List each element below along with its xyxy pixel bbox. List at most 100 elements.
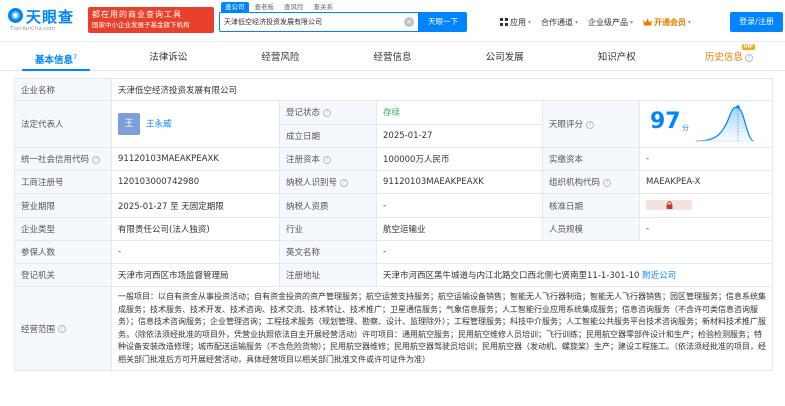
search-tab-relation[interactable]: 查关系 — [310, 2, 338, 12]
help-icon[interactable]: ? — [323, 108, 332, 117]
reg-address-cell: 天津市河西区黑牛城道与内江北路交口西北侧七贤南里11-1-301-10 附近公司 — [375, 263, 774, 287]
company-type-value: 有限责任公司(法人独资) — [111, 217, 280, 241]
scope-label: 经营范围? — [14, 286, 112, 371]
clear-icon[interactable]: × — [404, 17, 414, 27]
industry-value: 航空运输业 — [376, 217, 543, 241]
crown-icon — [643, 18, 653, 26]
approval-date-label: 核准日期 — [542, 193, 640, 218]
nav-cooperation[interactable]: 合作通道 ▾ — [541, 17, 578, 28]
score-label: 天眼评分? — [542, 100, 640, 148]
grid-icon — [500, 18, 508, 26]
logo[interactable]: ◉ 天眼查 TianYanCha.com — [8, 6, 88, 36]
table-row: 法定代表人 王王永威 登记状态? 存续 天眼评分? 97 分 — [14, 100, 774, 148]
tab-history-info[interactable]: VIP 历史信息? — [673, 44, 785, 70]
credit-code-label: 统一社会信用代码? — [14, 147, 112, 171]
score-label-text: 天眼评分 — [549, 120, 584, 130]
score-distribution-chart — [695, 105, 755, 142]
promo-banner[interactable]: 都在用的商业查询工具 国家中小企业发展子基金旗下机构 — [88, 7, 214, 33]
tab-business-risk-label: 经营风险 — [261, 52, 300, 63]
paid-capital-value: - — [638, 147, 774, 171]
vip-badge: VIP — [741, 44, 755, 50]
scope-label-text: 经营范围 — [21, 324, 56, 335]
logo-text: 天眼查 — [26, 8, 75, 26]
table-row: 统一社会信用代码? 91120103MAEAKPEAXK 注册资本? 10000… — [14, 147, 774, 171]
basic-info-table: 企业名称 天津低空经济投资发展有限公司 法定代表人 王王永威 登记状态? 存续 … — [14, 78, 774, 371]
legal-rep-link[interactable]: 王永威 — [146, 120, 172, 130]
taxpayer-id-label: 纳税人识别号? — [279, 170, 377, 194]
taxpayer-id-value: 91120103MAEAKPEAXK — [376, 170, 543, 194]
help-icon[interactable]: ? — [58, 325, 67, 333]
company-type-label: 企业类型 — [14, 217, 112, 241]
approval-date-value — [638, 193, 774, 218]
tab-intellectual-property-label: 知识产权 — [597, 52, 636, 63]
nav-app[interactable]: 应用 ▾ — [500, 17, 531, 28]
help-icon[interactable]: ? — [323, 155, 332, 164]
promo-line-1: 都在用的商业查询工具 — [92, 10, 182, 19]
tab-intellectual-property[interactable]: 知识产权 — [561, 44, 673, 70]
logo-mark-icon: ◉ — [8, 8, 23, 23]
tab-litigation-label: 法律诉讼 — [149, 52, 188, 63]
tab-business-info[interactable]: 经营信息 — [336, 44, 448, 70]
table-row: 工商注册号 120103000742980 纳税人识别号? 91120103MA… — [14, 170, 774, 194]
help-icon[interactable]: ? — [92, 155, 101, 164]
table-row: 经营范围? 一般项目：以自有资金从事投资活动；自有资金投资的资产管理服务；航空运… — [14, 286, 774, 371]
score-value: 97 — [650, 109, 681, 134]
taxpayer-qual-label: 纳税人资质 — [279, 193, 377, 218]
nav-cooperation-label: 合作通道 — [541, 17, 574, 27]
reg-status-value: 存续 — [376, 100, 543, 125]
search-input[interactable] — [224, 13, 394, 31]
search-button[interactable]: 天眼一下 — [419, 12, 467, 32]
legal-rep-cell: 王王永威 — [111, 100, 280, 148]
term-label: 营业期限 — [14, 193, 112, 218]
help-icon[interactable]: ? — [603, 178, 612, 187]
help-icon[interactable]: ? — [586, 120, 595, 129]
tab-basic-info-count: 7 — [73, 53, 78, 61]
chevron-down-icon: ▾ — [575, 18, 579, 26]
nav-app-label: 应用 — [510, 17, 526, 27]
reg-authority-value: 天津市河西区市场监督管理局 — [111, 263, 280, 287]
masked-value[interactable] — [646, 200, 692, 211]
lock-icon — [666, 201, 673, 210]
help-icon[interactable]: ? — [340, 178, 349, 187]
org-code-label: 组织机构代码? — [542, 170, 640, 194]
tab-business-risk[interactable]: 经营风险 — [224, 44, 336, 70]
search-tab-boss[interactable]: 查老板 — [251, 2, 279, 12]
reg-capital-label-text: 注册资本 — [286, 155, 321, 165]
score-widget[interactable]: 97 分 — [646, 102, 766, 147]
nav-enterprise-label: 企业级产品 — [588, 17, 629, 27]
tab-company-development[interactable]: 公司发展 — [449, 44, 561, 70]
est-date-label: 成立日期 — [279, 123, 377, 148]
chevron-down-icon: ▾ — [630, 18, 634, 26]
legal-rep-label: 法定代表人 — [14, 100, 112, 148]
promo-line-2: 国家中小企业发展子基金旗下机构 — [92, 21, 190, 29]
insured-value: - — [111, 240, 280, 264]
table-row: 登记机关 天津市河西区市场监督管理局 注册地址 天津市河西区黑牛城道与内江北路交… — [14, 263, 774, 287]
reg-capital-label: 注册资本? — [279, 147, 377, 171]
tab-basic-info[interactable]: 基本信息7 — [0, 44, 112, 71]
table-row: 企业类型 有限责任公司(法人独资) 行业 航空运输业 人员规模 - — [14, 217, 774, 241]
search-tab-risk[interactable]: 查风险 — [280, 2, 308, 12]
logo-subtitle: TianYanCha.com — [10, 26, 56, 32]
tab-litigation[interactable]: 法律诉讼 — [112, 44, 224, 70]
nearby-companies-link[interactable]: 附近公司 — [642, 271, 676, 281]
nav-vip[interactable]: 开通会员 ▾ — [643, 17, 691, 28]
avatar[interactable]: 王 — [118, 113, 140, 135]
chevron-down-icon: ▾ — [688, 18, 692, 26]
login-register-button[interactable]: 登录/注册 — [730, 12, 783, 32]
insured-label: 参保人数 — [14, 240, 112, 264]
tab-business-info-label: 经营信息 — [373, 52, 412, 63]
paid-capital-label: 实缴资本 — [542, 147, 640, 171]
reg-capital-value: 100000万人民币 — [376, 147, 543, 171]
search-tab-company[interactable]: 查公司 — [221, 2, 249, 12]
industry-label: 行业 — [279, 217, 377, 241]
org-code-label-text: 组织机构代码 — [549, 178, 601, 188]
company-name-label: 企业名称 — [14, 78, 112, 101]
taxpayer-id-label-text: 纳税人识别号 — [286, 178, 338, 188]
scope-value: 一般项目：以自有资金从事投资活动；自有资金投资的资产管理服务；航空运营支持服务；… — [110, 286, 774, 371]
nav-enterprise[interactable]: 企业级产品 ▾ — [588, 17, 633, 28]
est-date-value: 2025-01-27 — [376, 123, 543, 148]
reg-address-value: 天津市河西区黑牛城道与内江北路交口西北侧七贤南里11-1-301-10 — [383, 271, 640, 281]
table-row: 参保人数 - 英文名称 - — [14, 240, 774, 264]
score-cell[interactable]: 97 分 — [638, 100, 774, 148]
help-icon[interactable]: ? — [744, 53, 753, 62]
